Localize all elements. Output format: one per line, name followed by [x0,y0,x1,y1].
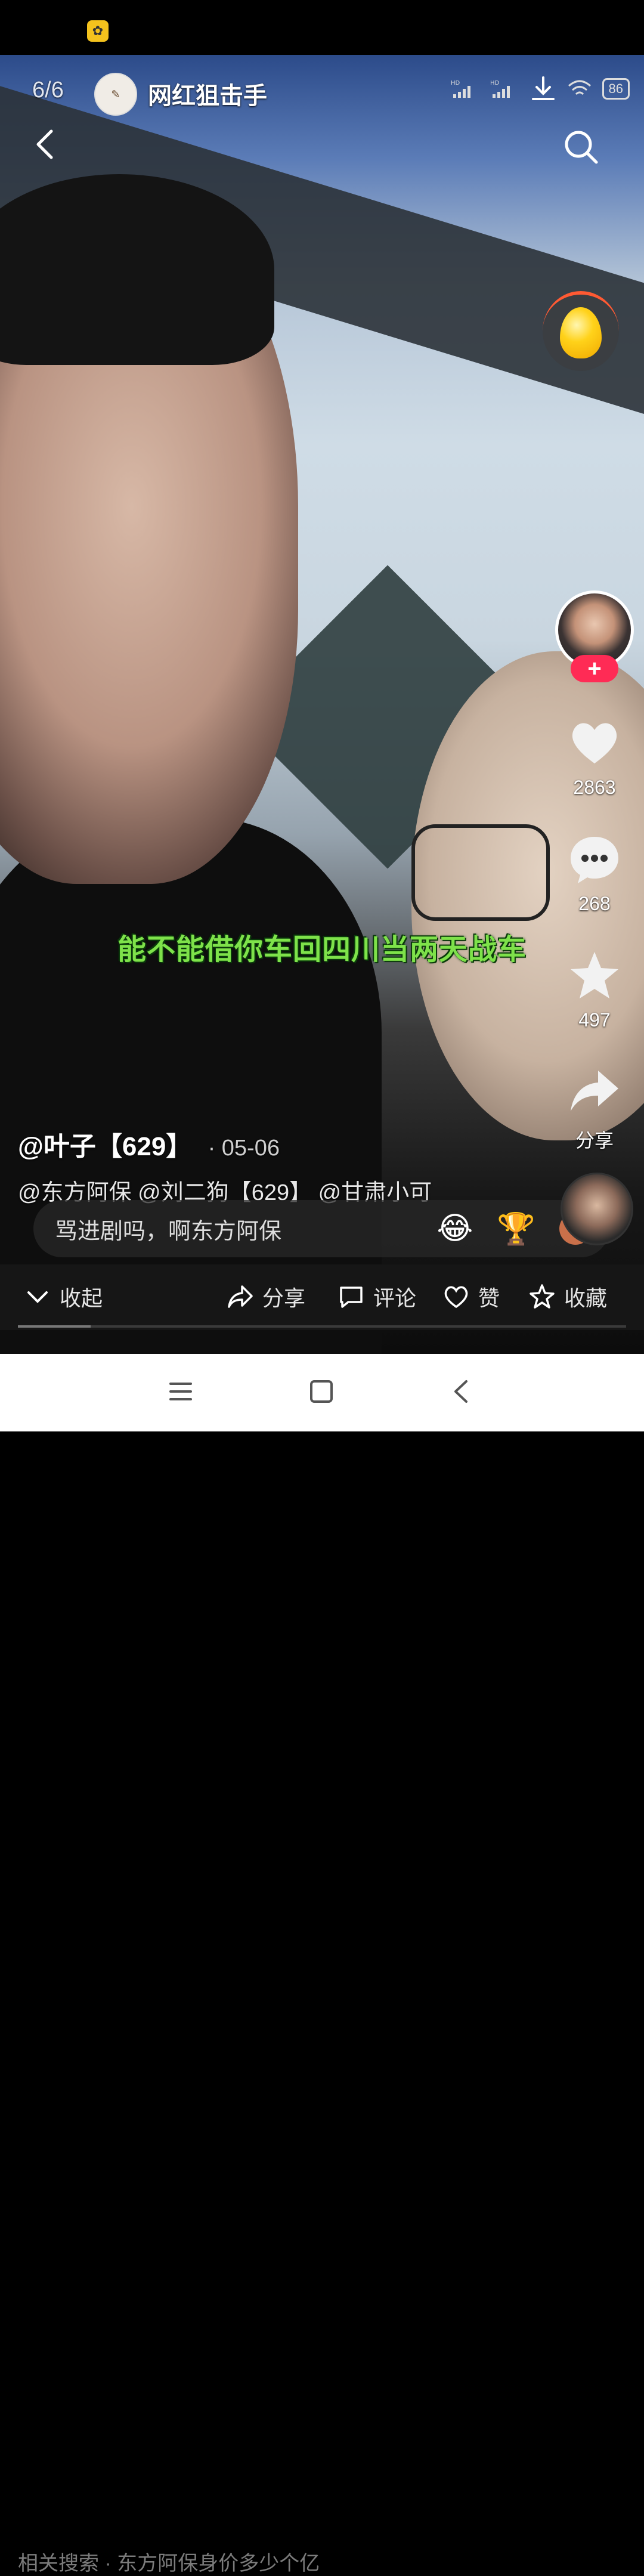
egg-icon [560,307,602,358]
caption-author-name[interactable]: @叶子【629】 [18,1132,192,1161]
laughing-emoji-icon: 😂 [436,1211,473,1246]
side-action-column: + 2863 268 497 分享 [555,590,634,1153]
comment-bottom-label: 评论 [373,1286,417,1310]
back-icon[interactable] [29,126,64,162]
like-bottom-label: 赞 [478,1286,500,1310]
favorite-bottom-label: 收藏 [564,1286,608,1310]
star-icon [571,952,618,998]
video-progress-bar[interactable] [18,1325,626,1328]
comment-bottom-button[interactable]: 评论 [338,1281,416,1312]
share-arrow-icon [571,1071,618,1111]
video-subtitle: 能不能借你车回四川当两天战车 [117,934,527,966]
collapse-label: 收起 [60,1286,103,1310]
signal-hd-icon: HD [490,80,510,98]
page-counter: 6/6 [32,78,64,103]
share-arrow-icon [228,1285,253,1308]
caption-date: · 05-06 [208,1136,280,1161]
battery-indicator: 86 [602,78,630,100]
chevron-down-icon [27,1291,48,1303]
menu-icon[interactable] [167,1378,194,1405]
back-nav-icon[interactable] [448,1378,476,1405]
heart-icon [572,723,617,763]
svg-text:HD: HD [451,80,460,86]
wifi-icon [568,80,591,95]
star-icon [530,1284,555,1309]
system-navigation-bar [0,1354,644,1431]
favorite-action[interactable]: 497 [567,948,622,1031]
app-notification-icon: ✿ [87,20,109,42]
comment-count: 268 [578,893,611,914]
comment-action[interactable]: 268 [567,832,622,915]
caption-author[interactable]: @叶子【629】 · 05-06 [18,1125,280,1163]
related-search-hint[interactable]: 相关搜索 · 东方阿保身价多少个亿 [18,2547,320,2576]
signal-hd-icon: HD [451,80,470,98]
video-glasses [411,824,550,921]
author-name[interactable]: 网红狙击手 [148,76,267,111]
author-avatar[interactable]: ✎ [94,73,137,116]
home-square-icon[interactable] [308,1378,335,1405]
live-comment-bar[interactable]: 骂进剧吗，啊东方阿保 😂 🏆 3 [33,1200,609,1257]
share-bottom-label: 分享 [262,1286,306,1310]
like-count: 2863 [573,777,616,798]
favorite-count: 497 [578,1009,611,1031]
comment-bubble-icon [340,1287,363,1308]
bottom-action-bar: 相关搜索 · 东方阿保身价多少个亿 收起 分享 评论 赞 收藏 [0,1264,644,2575]
heart-icon [444,1286,468,1309]
gold-egg-reward-widget[interactable] [543,291,619,371]
live-comment-text: 骂进剧吗，啊东方阿保 [55,1219,282,1244]
svg-text:HD: HD [490,80,500,86]
download-icon[interactable] [530,75,557,103]
comment-bubble-icon [571,837,618,883]
share-label: 分享 [575,1130,614,1151]
share-action[interactable]: 分享 [567,1065,622,1153]
search-icon[interactable] [561,126,602,168]
video-progress-fill [18,1325,91,1328]
like-bottom-button[interactable]: 赞 [442,1281,500,1312]
status-icons: HD HD 86 [451,75,630,103]
collapse-button[interactable]: 收起 [24,1281,103,1312]
status-bar: ✿ [0,0,644,55]
like-action[interactable]: 2863 [567,716,622,799]
trophy-icon: 🏆 [497,1211,535,1247]
favorite-bottom-button[interactable]: 收藏 [528,1281,607,1312]
follow-button[interactable]: + [571,655,618,682]
share-bottom-button[interactable]: 分享 [227,1281,305,1312]
floating-user-avatar[interactable] [561,1173,633,1245]
